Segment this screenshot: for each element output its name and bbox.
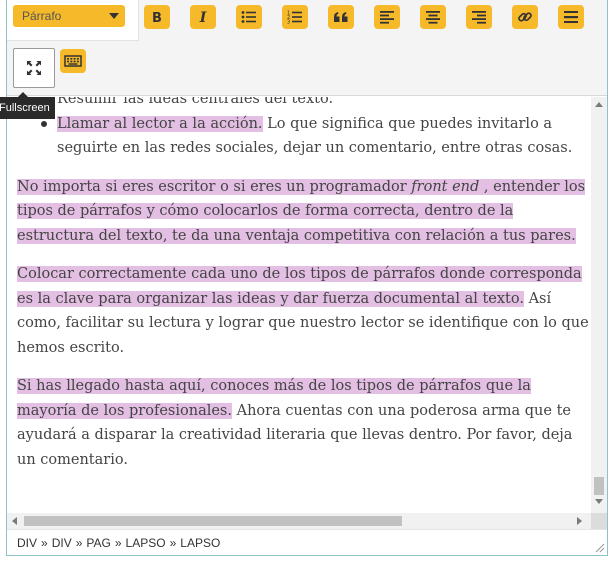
align-left-button[interactable] — [374, 5, 400, 29]
highlighted-italic-text: front end — [411, 178, 480, 195]
vertical-scroll-thumb[interactable] — [594, 477, 604, 495]
path-separator: » — [41, 536, 48, 550]
horizontal-rule-button[interactable] — [558, 5, 584, 29]
element-path-statusbar: DIV» DIV» PAG» LAPSO» LAPSO — [7, 529, 607, 555]
highlighted-text: Colocar correctamente cada uno de los ti… — [17, 266, 582, 307]
vertical-scrollbar[interactable] — [591, 97, 607, 513]
paragraph: No importa si eres escritor o si eres un… — [17, 175, 591, 249]
path-item[interactable]: DIV — [52, 536, 72, 550]
horizontal-rule-icon — [564, 11, 578, 23]
scroll-left-arrow-icon[interactable] — [12, 517, 17, 525]
resize-grip-icon[interactable] — [595, 543, 605, 553]
paragraph: Colocar correctamente cada uno de los ti… — [17, 262, 591, 360]
paragraph-format-select[interactable]: Párrafo — [13, 5, 125, 27]
scrollbar-corner — [591, 513, 607, 529]
svg-text:3: 3 — [287, 20, 290, 25]
path-separator: » — [169, 536, 177, 550]
document-body: Resumir las ideas centrales del texto. L… — [17, 97, 591, 472]
paragraph-format-value: Párrafo — [22, 9, 62, 23]
align-center-button[interactable] — [420, 5, 446, 29]
list-item-text: Resumir las ideas centrales del texto. — [57, 97, 334, 107]
path-item[interactable]: PAG — [86, 536, 110, 550]
bullet-list: Resumir las ideas centrales del texto. L… — [17, 97, 591, 161]
chevron-down-icon — [109, 13, 119, 19]
fullscreen-tooltip: Fullscreen — [0, 97, 55, 119]
link-button[interactable] — [512, 5, 538, 29]
italic-icon: I — [199, 10, 207, 24]
align-center-icon — [426, 11, 440, 24]
scroll-up-arrow-icon[interactable] — [595, 102, 603, 107]
keyboard-icon — [64, 55, 82, 67]
align-right-button[interactable] — [466, 5, 492, 29]
bulleted-list-button[interactable] — [236, 5, 262, 29]
svg-text:B: B — [152, 11, 162, 24]
editor-toolbar: Párrafo B I 123 — [7, 0, 607, 96]
italic-button[interactable]: I — [190, 5, 216, 29]
svg-text:I: I — [199, 10, 207, 24]
numbered-list-button[interactable]: 123 — [282, 5, 308, 29]
scroll-down-arrow-icon[interactable] — [595, 499, 603, 504]
horizontal-scrollbar[interactable] — [7, 513, 591, 529]
list-item: Llamar al lector a la acción. Lo que sig… — [41, 112, 591, 161]
link-icon — [518, 12, 532, 22]
path-item[interactable]: LAPSO — [180, 536, 220, 550]
horizontal-scroll-thumb[interactable] — [24, 516, 402, 526]
path-separator: » — [75, 536, 83, 550]
highlighted-text: No importa si eres escritor o si eres un… — [17, 178, 412, 195]
quote-icon — [334, 12, 348, 22]
path-item[interactable]: DIV — [17, 536, 37, 550]
path-separator: » — [114, 536, 122, 550]
bold-icon: B — [152, 11, 162, 24]
align-right-icon — [472, 11, 486, 24]
fullscreen-icon — [27, 61, 41, 75]
bulleted-list-icon — [241, 11, 256, 23]
paragraph: Si has llegado hasta aquí, conoces más d… — [17, 374, 591, 472]
scroll-right-arrow-icon[interactable] — [577, 517, 582, 525]
highlighted-text: Llamar al lector a la acción. — [57, 115, 263, 132]
markdown-editor: Párrafo B I 123 Resumir las ideas centra… — [6, 0, 608, 556]
fullscreen-button[interactable] — [13, 48, 55, 88]
align-left-icon — [380, 11, 394, 24]
bold-button[interactable]: B — [144, 5, 170, 29]
numbered-list-icon: 123 — [287, 11, 302, 25]
keyboard-button[interactable] — [60, 49, 86, 73]
quote-button[interactable] — [328, 5, 354, 29]
path-item[interactable]: LAPSO — [126, 536, 166, 550]
editor-content[interactable]: Resumir las ideas centrales del texto. L… — [7, 97, 591, 513]
list-item: Resumir las ideas centrales del texto. — [41, 97, 591, 112]
